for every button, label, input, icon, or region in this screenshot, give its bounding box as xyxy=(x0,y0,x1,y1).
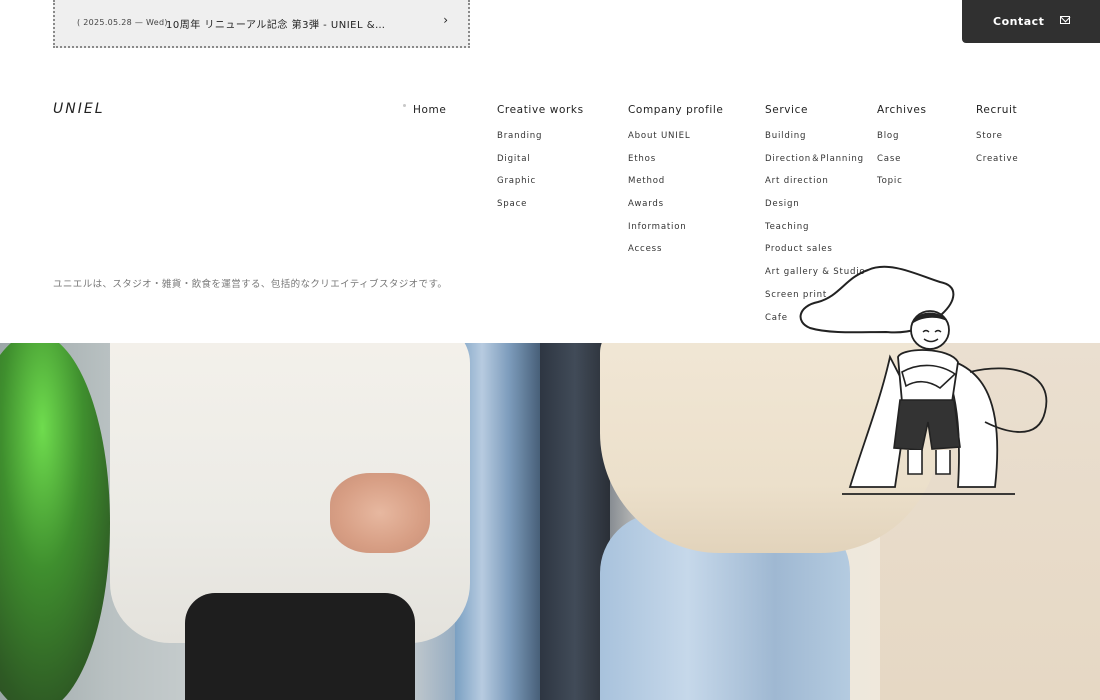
nav-recruit[interactable]: Recruit xyxy=(976,103,1018,117)
nav-column-creative-works: Creative works Branding Digital Graphic … xyxy=(497,103,584,220)
nav-item-art-direction[interactable]: Art direction xyxy=(765,174,865,197)
chevron-right-icon[interactable]: › xyxy=(443,13,448,27)
news-title[interactable]: 10周年 リニューアル記念 第3弾 - UNIEL &… xyxy=(166,16,386,31)
nav-item-space[interactable]: Space xyxy=(497,197,584,220)
news-date: ( 2025.05.28 — Wed) xyxy=(77,18,168,27)
nav-item-ethos[interactable]: Ethos xyxy=(628,152,723,175)
nav-item-case[interactable]: Case xyxy=(877,152,927,175)
nav-item-information[interactable]: Information xyxy=(628,220,723,243)
logo[interactable]: UNIEL xyxy=(53,101,105,117)
nav-item-teaching[interactable]: Teaching xyxy=(765,220,865,243)
nav-company-profile[interactable]: Company profile xyxy=(628,103,723,117)
nav-service[interactable]: Service xyxy=(765,103,865,117)
home-indicator-dot xyxy=(403,104,406,107)
nav-item-direction-planning[interactable]: Direction＆Planning xyxy=(765,152,865,175)
nav-column-recruit: Recruit Store Creative xyxy=(976,103,1018,174)
contact-label: Contact xyxy=(993,15,1045,28)
nav-item-method[interactable]: Method xyxy=(628,174,723,197)
nav-item-blog[interactable]: Blog xyxy=(877,129,927,152)
nav-column-home: Home xyxy=(413,103,446,129)
mail-icon xyxy=(1060,16,1070,24)
nav-item-design[interactable]: Design xyxy=(765,197,865,220)
nav-item-awards[interactable]: Awards xyxy=(628,197,723,220)
hero-hands xyxy=(330,473,430,553)
contact-button[interactable]: Contact xyxy=(962,0,1100,43)
nav-column-archives: Archives Blog Case Topic xyxy=(877,103,927,197)
hero-plant xyxy=(0,343,110,700)
nav-creative-works[interactable]: Creative works xyxy=(497,103,584,117)
nav-item-graphic[interactable]: Graphic xyxy=(497,174,584,197)
nav-item-building[interactable]: Building xyxy=(765,129,865,152)
nav-item-creative[interactable]: Creative xyxy=(976,152,1018,175)
mascot-illustration xyxy=(799,265,1048,495)
news-banner[interactable]: ( 2025.05.28 — Wed) 10周年 リニューアル記念 第3弾 - … xyxy=(53,0,470,48)
nav-home[interactable]: Home xyxy=(413,103,446,117)
nav-item-access[interactable]: Access xyxy=(628,242,723,265)
nav-archives[interactable]: Archives xyxy=(877,103,927,117)
tagline: ユニエルは、スタジオ・雑貨・飲食を運営する、包括的なクリエイティブスタジオです。 xyxy=(53,279,448,290)
nav-item-topic[interactable]: Topic xyxy=(877,174,927,197)
nav-item-digital[interactable]: Digital xyxy=(497,152,584,175)
nav-column-company-profile: Company profile About UNIEL Ethos Method… xyxy=(628,103,723,265)
nav-item-about[interactable]: About UNIEL xyxy=(628,129,723,152)
nav-item-branding[interactable]: Branding xyxy=(497,129,584,152)
nav-item-store[interactable]: Store xyxy=(976,129,1018,152)
hero-person-left-pants xyxy=(185,593,415,700)
